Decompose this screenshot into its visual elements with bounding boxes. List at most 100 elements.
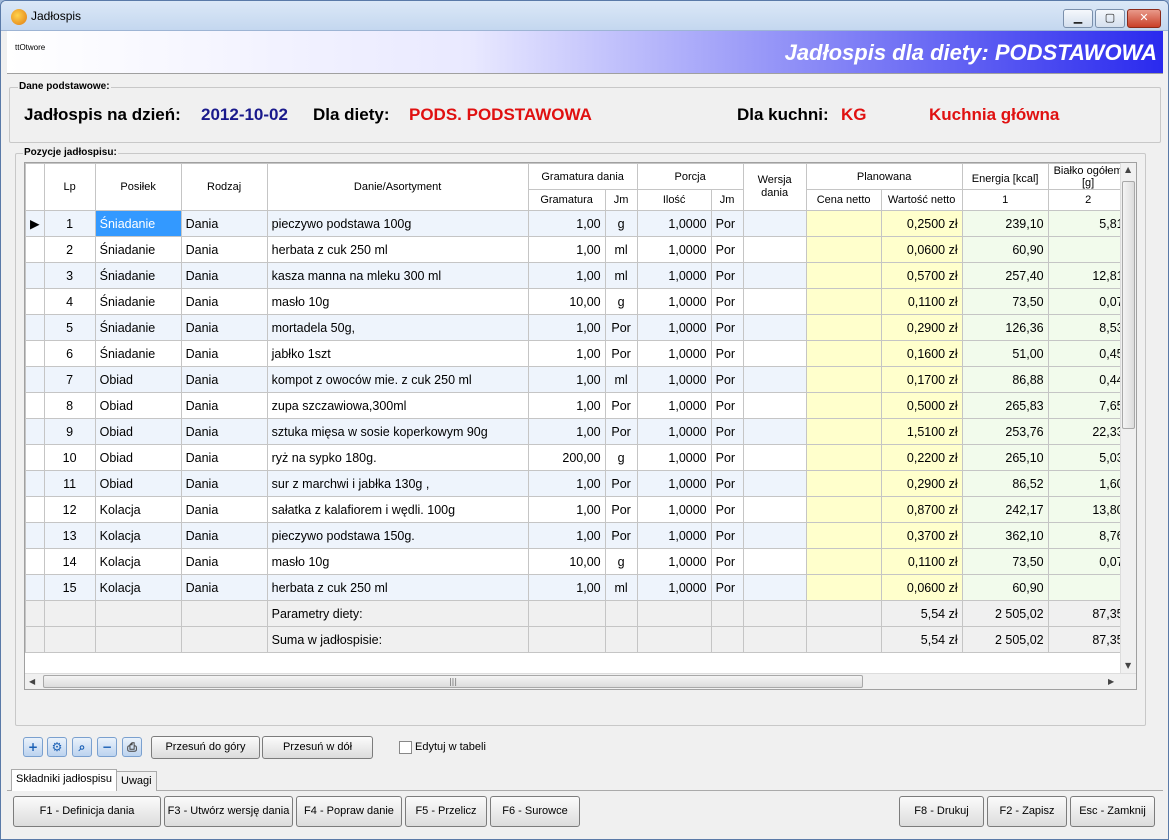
table-row[interactable]: 11 Obiad Dania sur z marchwi i jabłka 130g … — [25, 470, 1129, 497]
cell-jm[interactable]: g — [604, 210, 638, 237]
edit-in-table-checkbox[interactable] — [399, 741, 412, 754]
cell-wersja[interactable] — [742, 262, 807, 289]
scroll-right-arrow-icon[interactable]: ▶ — [1108, 677, 1114, 686]
cell-cena[interactable] — [805, 574, 882, 601]
zoom-icon[interactable]: ⌕ — [72, 737, 92, 757]
cell-wartosc[interactable]: 0,3700 zł — [880, 522, 963, 549]
header-jm1[interactable]: Jm — [604, 189, 638, 211]
scroll-left-arrow-icon[interactable]: ◀ — [29, 677, 35, 686]
cell-bialko[interactable]: 0,44 — [1047, 366, 1129, 393]
move-up-button[interactable]: Przesuń do góry — [151, 736, 260, 759]
cell-bialko[interactable]: 0,07 — [1047, 548, 1129, 575]
horizontal-scroll-thumb[interactable]: ||| — [43, 675, 863, 688]
cell-cena[interactable] — [805, 340, 882, 367]
cell-energia[interactable]: 253,76 — [961, 418, 1049, 445]
cell-lp[interactable]: 4 — [43, 288, 96, 315]
table-row[interactable]: 10 Obiad Dania ryż na sypko 180g. 200,00 g 1,0… — [25, 444, 1129, 471]
cell-posilek[interactable]: Śniadanie — [94, 236, 182, 263]
cell-ilosc[interactable]: 1,0000 — [636, 366, 712, 393]
cell-energia[interactable]: 73,50 — [961, 288, 1049, 315]
cell-bialko[interactable] — [1047, 574, 1129, 601]
cell-posilek[interactable]: Kolacja — [94, 522, 182, 549]
cell-energia[interactable]: 126,36 — [961, 314, 1049, 341]
cell-wartosc[interactable]: 0,2900 zł — [880, 314, 963, 341]
cell-ilosc[interactable]: 1,0000 — [636, 574, 712, 601]
cell-rodzaj[interactable]: Dania — [180, 314, 268, 341]
cell-gramatura[interactable]: 1,00 — [527, 236, 606, 263]
table-row[interactable]: 15 Kolacja Dania herbata z cuk 250 ml 1,00 ml… — [25, 574, 1129, 601]
cell-wersja[interactable] — [742, 288, 807, 315]
header-rodzaj[interactable]: Rodzaj — [180, 163, 268, 211]
table-row[interactable]: 13 Kolacja Dania pieczywo podstawa 150g. 1,0… — [25, 522, 1129, 549]
header-posilek[interactable]: Posiłek — [94, 163, 182, 211]
cell-danie[interactable]: zupa szczawiowa,300ml — [266, 392, 529, 419]
cell-bialko[interactable] — [1047, 236, 1129, 263]
cell-gramatura[interactable]: 1,00 — [527, 522, 606, 549]
cell-jm2[interactable]: Por — [710, 496, 744, 523]
cell-jm[interactable]: ml — [604, 574, 638, 601]
vertical-scrollbar[interactable]: ▲ ▼ — [1120, 163, 1136, 675]
cell-wartosc[interactable]: 0,2500 zł — [880, 210, 963, 237]
cell-bialko[interactable]: 7,65 — [1047, 392, 1129, 419]
cell-danie[interactable]: sałatka z kalafiorem i wędli. 100g — [266, 496, 529, 523]
cell-wartosc[interactable]: 0,1700 zł — [880, 366, 963, 393]
cell-wersja[interactable] — [742, 470, 807, 497]
cell-bialko[interactable]: 5,03 — [1047, 444, 1129, 471]
cell-danie[interactable]: kasza manna na mleku 300 ml — [266, 262, 529, 289]
cell-ilosc[interactable]: 1,0000 — [636, 262, 712, 289]
cell-rodzaj[interactable]: Dania — [180, 470, 268, 497]
cell-jm[interactable]: Por — [604, 470, 638, 497]
cell-bialko[interactable]: 0,07 — [1047, 288, 1129, 315]
cell-wersja[interactable] — [742, 548, 807, 575]
table-row[interactable]: ▶ 1 Śniadanie Dania pieczywo podstawa 100g 1,… — [25, 210, 1129, 237]
cell-danie[interactable]: masło 10g — [266, 288, 529, 315]
cell-ilosc[interactable]: 1,0000 — [636, 236, 712, 263]
cell-wersja[interactable] — [742, 574, 807, 601]
cell-ilosc[interactable]: 1,0000 — [636, 418, 712, 445]
table-row[interactable]: 8 Obiad Dania zupa szczawiowa,300ml 1,00 Por 1… — [25, 392, 1129, 419]
cell-bialko[interactable]: 0,45 — [1047, 340, 1129, 367]
cell-danie[interactable]: masło 10g — [266, 548, 529, 575]
cell-ilosc[interactable]: 1,0000 — [636, 392, 712, 419]
cell-cena[interactable] — [805, 210, 882, 237]
cell-jm[interactable]: Por — [604, 418, 638, 445]
cell-jm[interactable]: g — [604, 548, 638, 575]
cell-bialko[interactable]: 12,81 — [1047, 262, 1129, 289]
cell-ilosc[interactable]: 1,0000 — [636, 548, 712, 575]
f3-create-version-button[interactable]: F3 - Utwórz wersję dania — [164, 796, 293, 827]
header-wartosc[interactable]: Wartość netto — [880, 189, 963, 211]
horizontal-scrollbar[interactable]: ◀ ||| ▶ — [25, 673, 1136, 689]
cell-posilek[interactable]: Obiad — [94, 392, 182, 419]
cell-jm2[interactable]: Por — [710, 418, 744, 445]
cell-lp[interactable]: 6 — [43, 340, 96, 367]
cell-jm2[interactable]: Por — [710, 470, 744, 497]
table-row[interactable]: 2 Śniadanie Dania herbata z cuk 250 ml 1,00 m… — [25, 236, 1129, 263]
cell-wartosc[interactable]: 0,2200 zł — [880, 444, 963, 471]
cell-cena[interactable] — [805, 418, 882, 445]
cell-lp[interactable]: 13 — [43, 522, 96, 549]
header-bialko[interactable]: Białko ogółem [g] — [1047, 163, 1129, 190]
cell-rodzaj[interactable]: Dania — [180, 366, 268, 393]
cell-lp[interactable]: 11 — [43, 470, 96, 497]
cell-posilek[interactable]: Śniadanie — [94, 340, 182, 367]
cell-energia[interactable]: 265,83 — [961, 392, 1049, 419]
cell-rodzaj[interactable]: Dania — [180, 210, 268, 237]
cell-gramatura[interactable]: 1,00 — [527, 340, 606, 367]
cell-jm[interactable]: Por — [604, 522, 638, 549]
cell-energia[interactable]: 242,17 — [961, 496, 1049, 523]
cell-ilosc[interactable]: 1,0000 — [636, 314, 712, 341]
cell-lp[interactable]: 15 — [43, 574, 96, 601]
cell-lp[interactable]: 10 — [43, 444, 96, 471]
cell-ilosc[interactable]: 1,0000 — [636, 444, 712, 471]
cell-ilosc[interactable]: 1,0000 — [636, 496, 712, 523]
table-row[interactable]: 3 Śniadanie Dania kasza manna na mleku 300 … — [25, 262, 1129, 289]
cell-wartosc[interactable]: 0,1600 zł — [880, 340, 963, 367]
cell-jm[interactable]: g — [604, 288, 638, 315]
cell-jm2[interactable]: Por — [710, 444, 744, 471]
cell-wersja[interactable] — [742, 314, 807, 341]
cell-wersja[interactable] — [742, 418, 807, 445]
cell-cena[interactable] — [805, 548, 882, 575]
cell-gramatura[interactable]: 1,00 — [527, 366, 606, 393]
cell-posilek[interactable]: Obiad — [94, 366, 182, 393]
cell-jm[interactable]: ml — [604, 262, 638, 289]
